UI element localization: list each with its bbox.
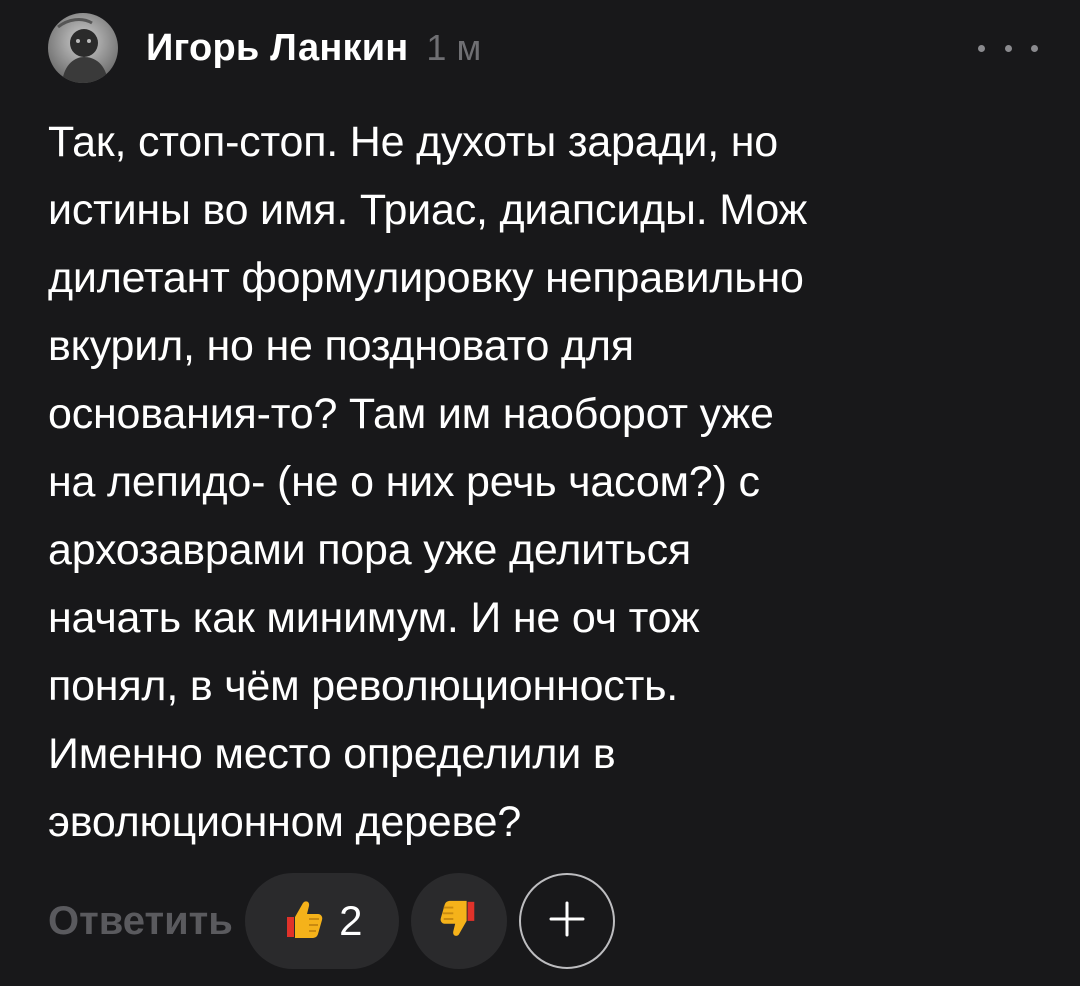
comment-text-line: на лепидо- (не о них речь часом?) с xyxy=(48,458,760,506)
like-button[interactable]: 2 xyxy=(244,873,399,969)
comment-text-line: понял, в чём революционность. xyxy=(48,662,679,710)
add-reaction-button[interactable] xyxy=(518,873,615,969)
comment-text-line: начать как минимум. И не оч тож xyxy=(48,594,700,642)
comment-text-line: эволюционном дереве? xyxy=(48,798,522,846)
comment-header: Игорь Ланкин 1 м xyxy=(48,12,1038,84)
comment-timestamp: 1 м xyxy=(426,27,482,68)
comment-text-line: истины во имя. Триас, диапсиды. Мож xyxy=(48,186,808,234)
comment-text: Так, стоп-стоп. Не духоты заради, но ист… xyxy=(48,108,1038,856)
comment-text-line: Так, стоп-стоп. Не духоты заради, но xyxy=(48,118,778,166)
more-dots-icon[interactable] xyxy=(978,32,1038,64)
comment-card: Игорь Ланкин 1 м Так, стоп-стоп. Не духо… xyxy=(0,0,1080,986)
comment-text-line: основания-то? Там им наоборот уже xyxy=(48,390,774,438)
comment-text-line: вкурил, но не поздновато для xyxy=(48,322,634,370)
comment-text-line: архозаврами пора уже делиться xyxy=(48,526,691,574)
like-count: 2 xyxy=(339,897,363,944)
dislike-button[interactable] xyxy=(410,873,507,969)
comment-text-line: Именно место определили в xyxy=(48,730,616,778)
reply-button[interactable]: Ответить xyxy=(48,899,233,944)
thumbs-up-icon xyxy=(281,897,325,946)
plus-icon xyxy=(547,899,587,944)
comment-actions: Ответить 2 xyxy=(48,873,615,969)
author-name[interactable]: Игорь Ланкин xyxy=(146,27,408,70)
thumbs-down-icon xyxy=(438,898,480,945)
avatar[interactable] xyxy=(48,13,118,83)
comment-text-line: дилетант формулировку неправильно xyxy=(48,254,804,302)
